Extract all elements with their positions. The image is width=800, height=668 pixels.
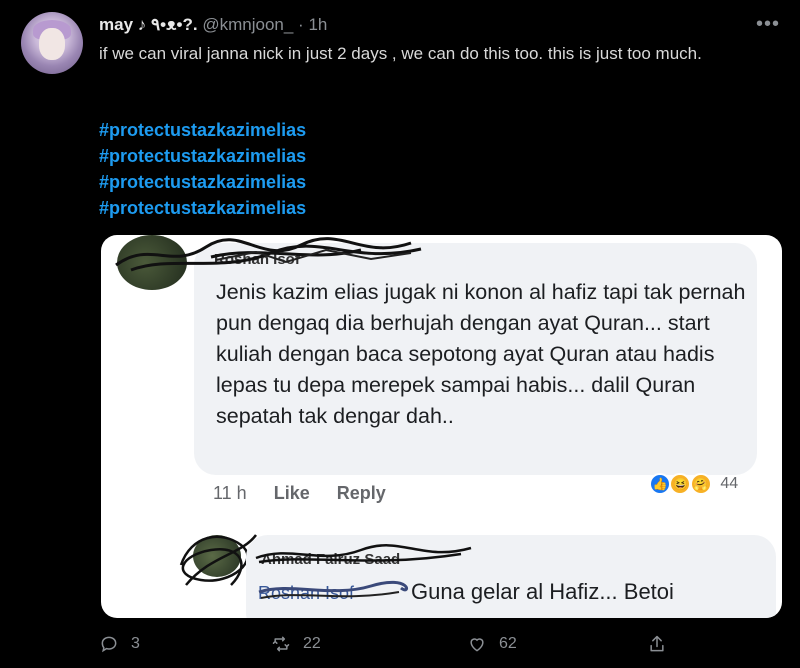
censor-scribble	[255, 544, 472, 599]
reaction-count: 44	[720, 475, 739, 492]
share-button[interactable]	[647, 630, 679, 658]
tweet-actions-bar: 3 22 62	[99, 630, 699, 658]
reply-icon	[101, 636, 117, 653]
reply-button[interactable]: 3	[99, 630, 140, 658]
user-handle[interactable]: @kmnjoon_	[202, 15, 293, 34]
like-reaction-icon: 👍	[649, 473, 671, 495]
separator-dot: ·	[298, 15, 304, 34]
like-button[interactable]: 62	[467, 630, 517, 658]
like-icon	[470, 638, 484, 652]
tweet-text: if we can viral janna nick in just 2 day…	[99, 44, 702, 63]
avatar-face	[39, 28, 65, 60]
hashtag-link[interactable]: #protectustazkazimelias	[99, 195, 306, 221]
like-count: 62	[499, 635, 517, 652]
share-icon	[650, 635, 664, 652]
tweet-header: may ♪ ٩•ᴥ•?. @kmnjoon_ · 1h •••	[99, 13, 784, 37]
care-reaction-icon: 🤗	[689, 473, 712, 495]
censor-scribble	[115, 237, 422, 272]
more-horizontal-icon[interactable]: •••	[756, 13, 780, 36]
comment-text: Jenis kazim elias jugak ni konon al hafi…	[216, 280, 746, 428]
haha-reaction-icon: 😆	[669, 473, 692, 495]
hashtag-list: #protectustazkazimelias #protectustazkaz…	[99, 117, 306, 221]
retweet-count: 22	[303, 635, 321, 652]
comment-actions: 11 h Like Reply	[213, 483, 408, 504]
tweet-media-image[interactable]: Roshan Isof Jenis kazim elias jugak ni k…	[101, 235, 782, 618]
tweet-timestamp[interactable]: 1h	[308, 15, 327, 34]
comment-time: 11 h	[213, 483, 247, 503]
hashtag-link[interactable]: #protectustazkazimelias	[99, 117, 306, 143]
reaction-summary: 👍 😆 🤗 44	[649, 473, 738, 499]
reply-action: Reply	[336, 483, 386, 503]
profile-avatar[interactable]	[21, 12, 83, 74]
hashtag-link[interactable]: #protectustazkazimelias	[99, 169, 306, 195]
reply-count: 3	[131, 635, 140, 652]
display-name[interactable]: may ♪ ٩•ᴥ•?.	[99, 15, 198, 34]
comment-bubble: Roshan Isof Jenis kazim elias jugak ni k…	[194, 243, 757, 475]
retweet-button[interactable]: 22	[271, 630, 321, 658]
retweet-icon	[272, 636, 290, 652]
like-action: Like	[273, 483, 310, 503]
hashtag-link[interactable]: #protectustazkazimelias	[99, 143, 306, 169]
